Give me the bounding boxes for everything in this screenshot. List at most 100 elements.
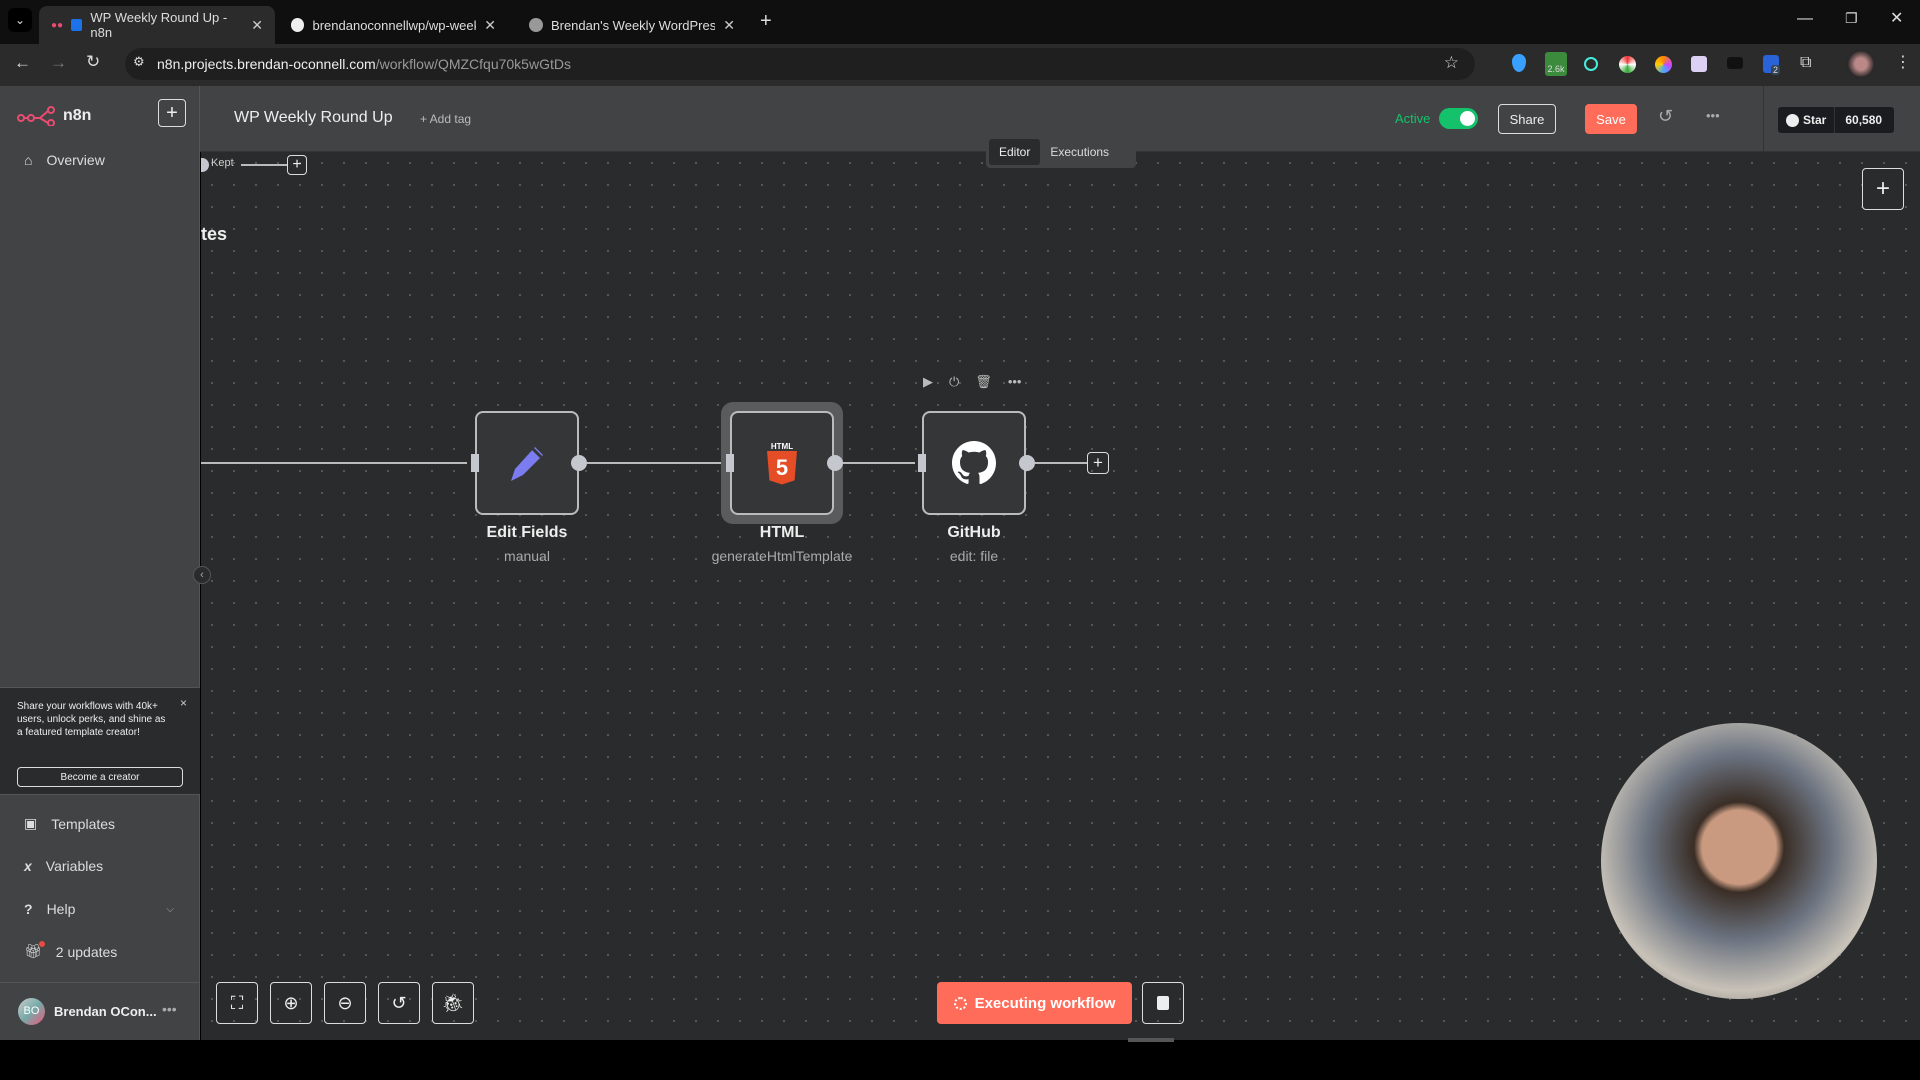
become-creator-button[interactable]: Become a creator (17, 767, 183, 787)
bookmark-star-icon[interactable]: ☆ (1444, 53, 1459, 73)
url-input[interactable]: ⚙ n8n.projects.brendan-oconnell.com/work… (125, 48, 1475, 80)
user-menu-icon[interactable]: ••• (162, 1001, 177, 1017)
tab-list-button[interactable]: ⌄ (8, 8, 32, 32)
back-icon[interactable]: ← (14, 53, 31, 73)
executing-workflow-button[interactable]: Executing workflow (937, 982, 1132, 1024)
html-icon-number: 5 (767, 450, 797, 485)
save-button[interactable]: Save (1585, 104, 1637, 134)
node-github[interactable] (922, 411, 1026, 515)
extension-gem-icon[interactable] (1512, 54, 1526, 72)
node-html[interactable]: HTML 5 (730, 411, 834, 515)
loading-icon (71, 19, 83, 31)
history-icon[interactable]: ↺ (1658, 106, 1673, 127)
zoom-in-button[interactable]: ⊕ (270, 982, 312, 1024)
n8n-logo[interactable]: n8n (17, 106, 91, 126)
close-tab-icon[interactable]: ✕ (251, 17, 263, 34)
extension-badge-icon[interactable]: 2.6k (1545, 52, 1567, 76)
trash-icon[interactable]: 🗑︎ (975, 374, 992, 390)
extension-dark-icon[interactable] (1727, 57, 1743, 69)
tab-wordpress[interactable]: Brendan's Weekly WordPress N ✕ (517, 6, 747, 44)
create-workflow-button[interactable]: + (158, 99, 186, 127)
extension-palette-icon[interactable] (1655, 56, 1672, 73)
creator-promo: Share your workflows with 40k+ users, un… (0, 687, 200, 795)
more-options-icon[interactable]: ••• (1706, 108, 1720, 123)
sidebar-item-overview[interactable]: ⌂ Overview (24, 152, 105, 168)
add-node-button[interactable]: + (1862, 168, 1904, 210)
sidebar-item-templates[interactable]: ▣ Templates (24, 815, 115, 832)
add-tag-button[interactable]: + Add tag (420, 112, 471, 126)
tab-n8n[interactable]: ●● WP Weekly Round Up - n8n ✕ (39, 6, 275, 44)
minimize-icon[interactable]: — (1797, 10, 1813, 28)
profile-avatar[interactable] (1847, 50, 1875, 78)
extension-mail-icon[interactable] (1691, 56, 1707, 72)
github-icon (952, 441, 996, 485)
reset-zoom-button[interactable]: ↺ (378, 982, 420, 1024)
github-star-button[interactable]: Star 60,580 (1778, 107, 1894, 133)
sidebar-item-variables[interactable]: x Variables (24, 858, 103, 874)
extension-color-icon[interactable] (1619, 56, 1636, 73)
tab-executions[interactable]: Executions (1040, 139, 1119, 165)
workflow-canvas[interactable]: Editor Executions + Kept + tes ‹ ▶ ⏻ 🗑︎ •••… (193, 136, 1920, 1040)
html-icon-text: HTML (770, 441, 794, 451)
url-path: /workflow/QMZCfqu70k5wGtDs (375, 56, 571, 72)
close-tab-icon[interactable]: ✕ (484, 17, 496, 34)
output-handle[interactable] (201, 158, 209, 172)
workflow-title[interactable]: WP Weekly Round Up (234, 109, 393, 127)
share-button[interactable]: Share (1498, 104, 1556, 134)
connection (580, 462, 722, 464)
tab-github[interactable]: brendanoconnellwp/wp-weekly ✕ (279, 6, 508, 44)
add-next-node-button[interactable]: + (1087, 452, 1109, 474)
active-toggle[interactable] (1439, 108, 1478, 129)
sidebar-item-label: Templates (51, 815, 116, 832)
browser-menu-icon[interactable]: ⋮ (1895, 52, 1911, 72)
output-handle[interactable] (827, 455, 843, 471)
view-tabs: Editor Executions (986, 136, 1136, 168)
restore-icon[interactable]: ❐ (1845, 10, 1858, 27)
sidebar-item-help[interactable]: ? Help ⌵ (24, 901, 174, 917)
output-handle[interactable] (571, 455, 587, 471)
zoom-out-button[interactable]: ⊖ (324, 982, 366, 1024)
debug-bug-button[interactable]: 🐞︎ (432, 982, 474, 1024)
input-handle[interactable] (471, 454, 479, 472)
collapse-sidebar-button[interactable]: ‹ (193, 566, 211, 584)
forward-icon[interactable]: → (50, 53, 67, 73)
chevron-down-icon: ⌵ (166, 903, 174, 915)
extension-bitwarden-icon[interactable]: 2 (1763, 55, 1781, 75)
promo-text: Share your workflows with 40k+ users, un… (17, 701, 166, 738)
power-icon[interactable]: ⏻ (949, 374, 959, 390)
new-tab-icon[interactable]: + (760, 10, 772, 33)
sidebar-item-label: Variables (45, 858, 104, 874)
templates-icon: ▣ (24, 815, 38, 831)
node-title: Edit Fields (486, 524, 568, 541)
sticky-note-text: tes (201, 224, 228, 244)
html5-icon: HTML 5 (767, 442, 797, 485)
tab-editor[interactable]: Editor (989, 139, 1041, 165)
star-count: 60,580 (1845, 113, 1883, 127)
stop-execution-button[interactable] (1142, 982, 1184, 1024)
close-window-icon[interactable]: ✕ (1890, 8, 1903, 28)
site-info-icon[interactable]: ⚙ (133, 54, 145, 70)
browser-tab-bar: ⌄ ●● WP Weekly Round Up - n8n ✕ brendano… (0, 0, 1920, 44)
extensions-puzzle-icon[interactable]: ⧉ (1800, 54, 1811, 72)
avatar: BO (18, 998, 45, 1025)
scrollbar[interactable] (1128, 1038, 1174, 1042)
extension-cursor-icon[interactable] (1584, 57, 1598, 71)
fit-view-button[interactable]: ⛶ (216, 982, 258, 1024)
close-promo-icon[interactable]: × (180, 696, 187, 710)
close-tab-icon[interactable]: ✕ (723, 17, 735, 34)
divider (1763, 86, 1764, 152)
more-icon[interactable]: ••• (1008, 374, 1022, 390)
variables-icon: x (24, 858, 32, 874)
node-subtitle: edit: file (949, 548, 999, 564)
input-handle[interactable] (726, 454, 734, 472)
connection (201, 462, 467, 464)
output-handle[interactable] (1019, 455, 1035, 471)
add-connected-node-button[interactable]: + (287, 155, 307, 175)
node-edit-fields[interactable] (475, 411, 579, 515)
play-icon[interactable]: ▶ (923, 374, 933, 390)
reload-icon[interactable]: ↻ (86, 52, 100, 72)
node-toolbar: ▶ ⏻ 🗑︎ ••• (923, 374, 1021, 390)
sidebar-item-updates[interactable]: 🎁︎ 2 updates (24, 941, 117, 960)
input-handle[interactable] (918, 454, 926, 472)
user-row[interactable]: BO Brendan OCon... ••• (0, 982, 200, 1040)
